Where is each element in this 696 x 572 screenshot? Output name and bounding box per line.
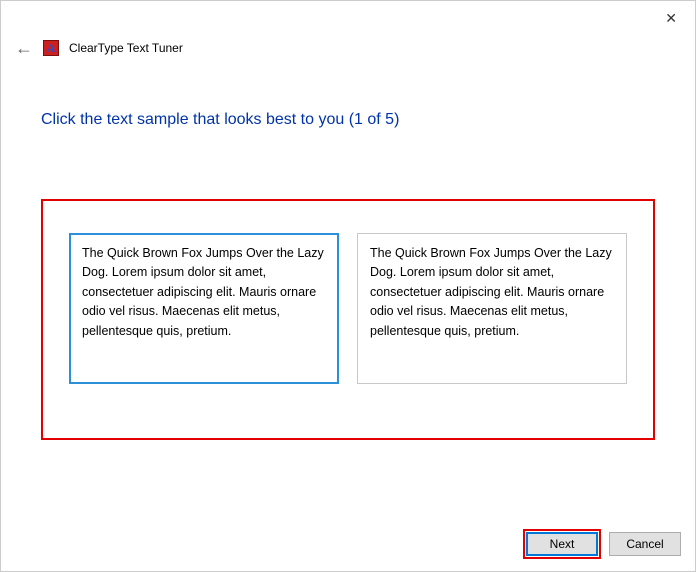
samples-container: The Quick Brown Fox Jumps Over the Lazy … [41,199,655,440]
window-title: ClearType Text Tuner [69,41,183,55]
next-button[interactable]: Next [526,532,598,556]
page-heading: Click the text sample that looks best to… [41,111,655,129]
text-sample-2[interactable]: The Quick Brown Fox Jumps Over the Lazy … [357,233,627,384]
app-icon: A [43,40,59,56]
close-icon[interactable]: ✕ [659,5,683,31]
footer-buttons: Next Cancel [523,529,681,559]
titlebar: ✕ [1,1,695,35]
next-button-highlight: Next [523,529,601,559]
text-sample-1[interactable]: The Quick Brown Fox Jumps Over the Lazy … [69,233,339,384]
back-arrow-icon[interactable]: ← [15,39,33,57]
cancel-button[interactable]: Cancel [609,532,681,556]
content-area: Click the text sample that looks best to… [1,63,695,440]
toolbar: ← A ClearType Text Tuner [1,35,695,63]
